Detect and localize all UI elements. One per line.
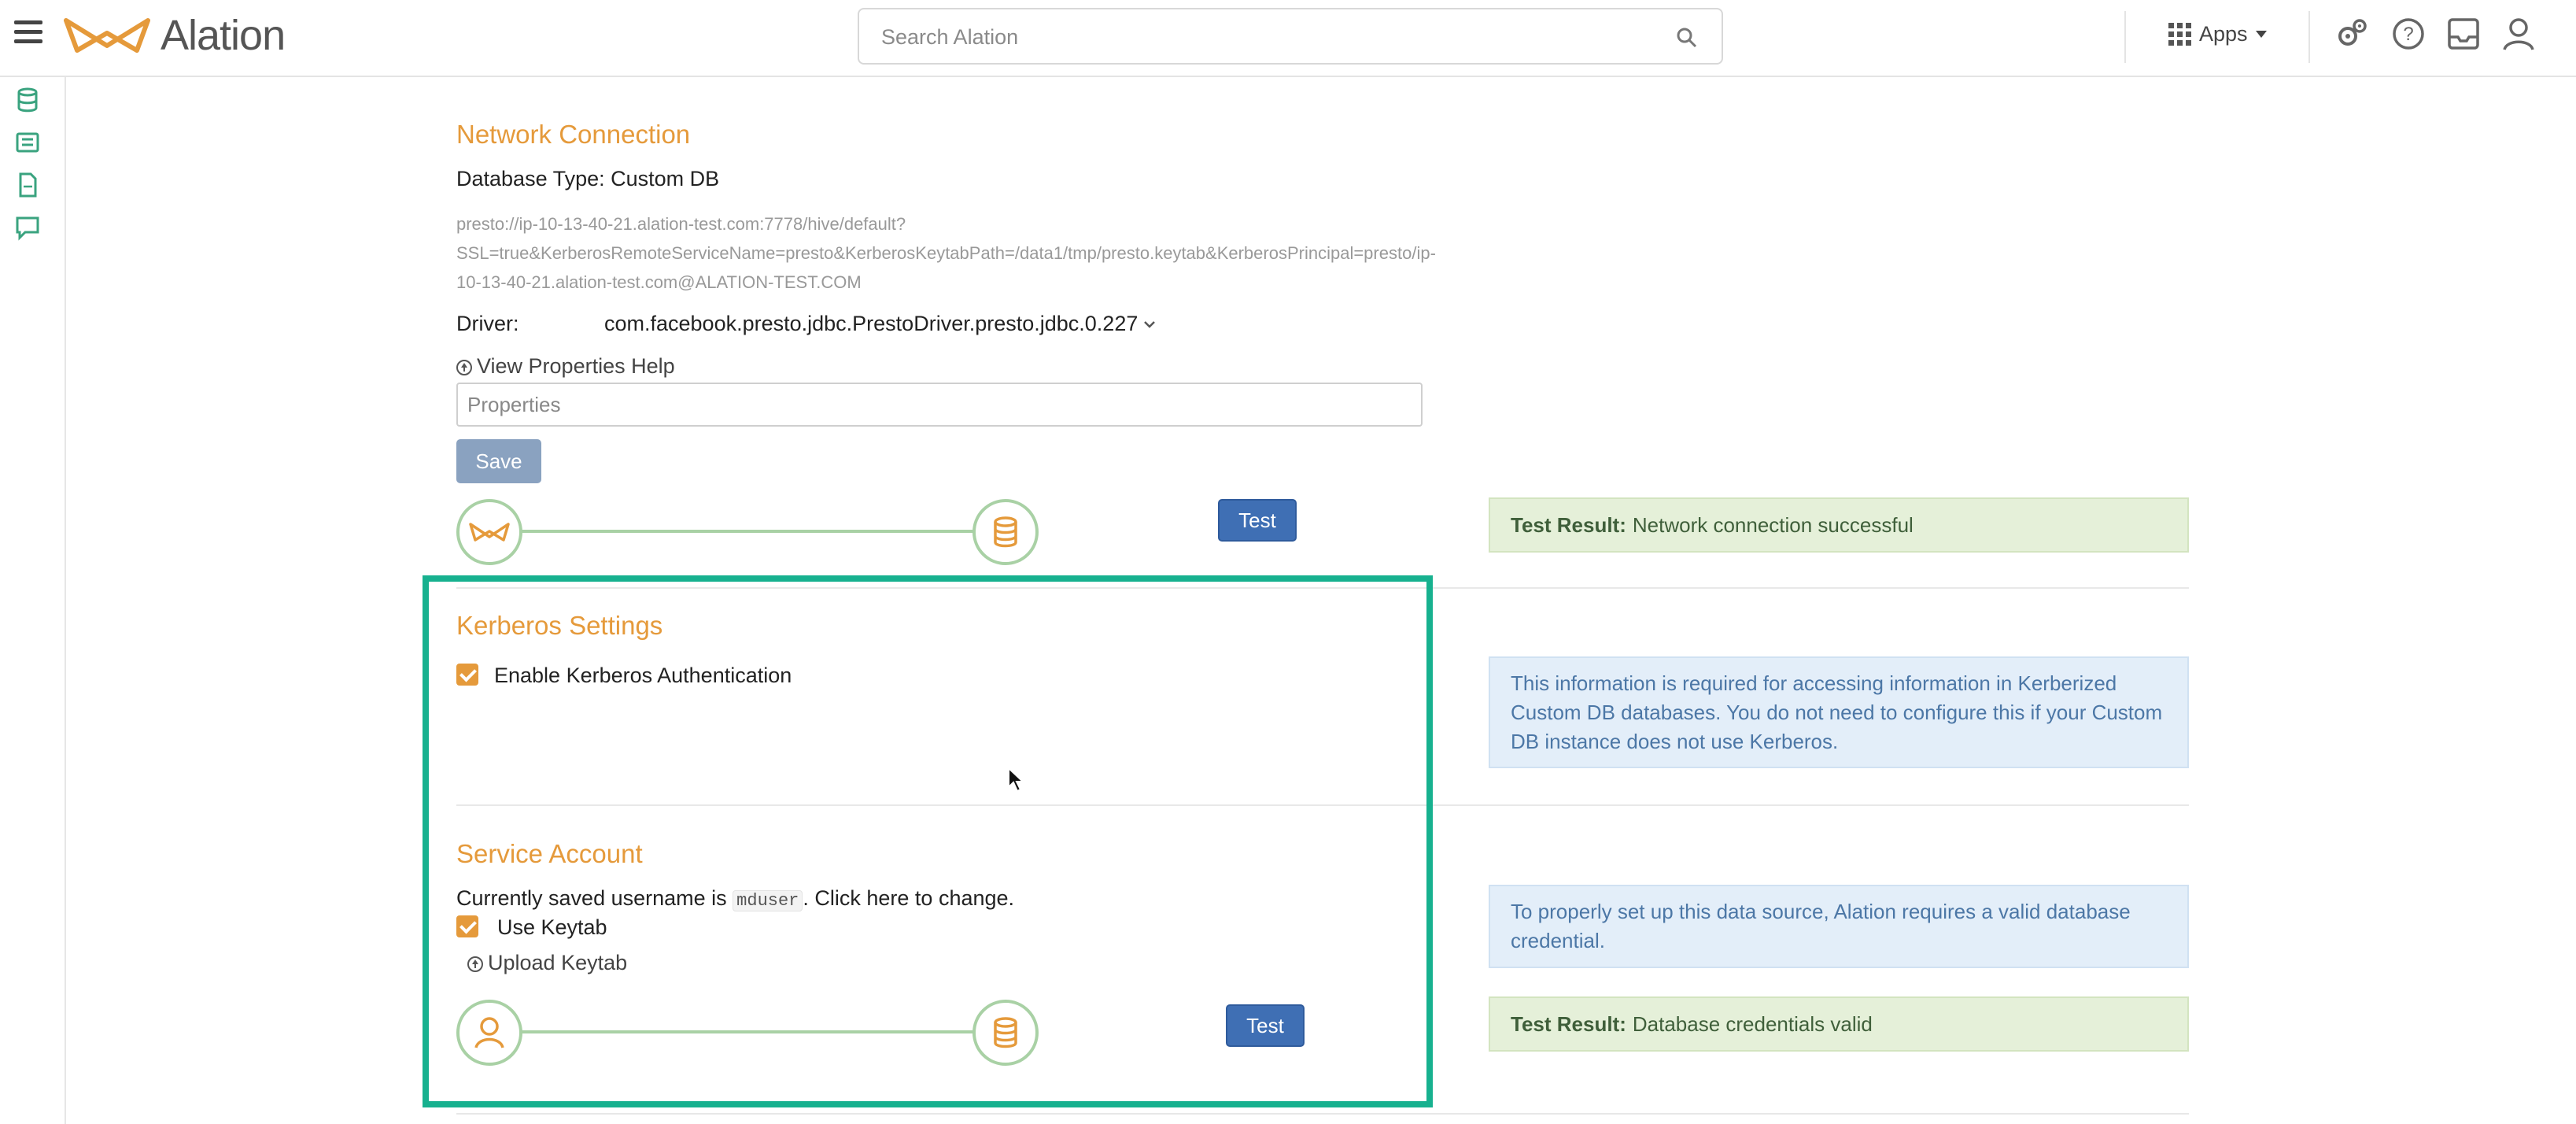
inbox-icon[interactable] — [2445, 16, 2482, 52]
catalog-icon[interactable] — [14, 129, 41, 156]
view-properties-help-label: View Properties Help — [477, 354, 675, 378]
connection-url-line: 10-13-40-21.alation-test.com@ALATION-TES… — [456, 272, 862, 292]
mouse-cursor-icon — [1008, 767, 1024, 793]
database-icon — [994, 1017, 1017, 1048]
connection-url: presto://ip-10-13-40-21.alation-test.com… — [456, 209, 1511, 297]
enable-kerberos-label[interactable]: Enable Kerberos Authentication — [494, 664, 792, 688]
left-sidebar — [0, 77, 66, 1124]
result-text: Database credentials valid — [1632, 1011, 1873, 1036]
service-account-title: Service Account — [456, 839, 643, 868]
change-username-link[interactable]: . Click here to change. — [803, 886, 1014, 910]
document-icon[interactable] — [14, 172, 41, 198]
gears-icon[interactable] — [2334, 16, 2370, 52]
network-connection-title: Network Connection — [456, 120, 691, 149]
result-label: Test Result: — [1511, 512, 1626, 537]
use-keytab-checkbox[interactable] — [456, 915, 478, 937]
service-info-box: To properly set up this data source, Ala… — [1489, 885, 2189, 968]
top-bar: Alation Apps ? — [0, 0, 2576, 77]
user-node — [456, 1000, 522, 1066]
connection-line — [521, 1030, 974, 1033]
database-icon[interactable] — [14, 87, 41, 113]
alation-logo[interactable]: Alation — [63, 11, 286, 60]
section-divider — [456, 587, 2189, 589]
expand-circle-icon — [456, 359, 472, 375]
search-input[interactable] — [880, 20, 1654, 54]
upload-circle-icon — [467, 956, 483, 972]
driver-label: Driver: — [456, 312, 519, 335]
enable-kerberos-checkbox[interactable] — [456, 664, 478, 686]
view-properties-help[interactable]: View Properties Help — [456, 354, 675, 379]
divider — [2124, 11, 2126, 63]
user-icon[interactable] — [2500, 16, 2537, 52]
upload-keytab[interactable]: Upload Keytab — [467, 951, 627, 975]
apps-grid-icon — [2168, 23, 2191, 46]
section-divider — [456, 1113, 2189, 1115]
driver-select[interactable]: com.facebook.presto.jdbc.PrestoDriver.pr… — [604, 312, 1157, 336]
properties-input[interactable] — [456, 383, 1423, 427]
connection-line — [521, 530, 974, 533]
saved-username-prefix: Currently saved username is — [456, 886, 727, 910]
alation-logo-mark-icon — [64, 18, 150, 53]
upload-keytab-label: Upload Keytab — [488, 951, 628, 974]
apps-menu[interactable]: Apps — [2168, 22, 2267, 46]
kerberos-settings-title: Kerberos Settings — [456, 611, 663, 640]
database-icon — [994, 516, 1017, 548]
database-node — [972, 499, 1039, 565]
help-icon[interactable]: ? — [2390, 16, 2427, 52]
svg-text:?: ? — [2403, 24, 2413, 45]
result-text: Network connection successful — [1632, 512, 1914, 537]
menu-icon[interactable] — [14, 20, 42, 44]
use-keytab-label[interactable]: Use Keytab — [497, 915, 607, 940]
database-type: Database Type: Custom DB — [456, 167, 720, 190]
search-icon[interactable] — [1676, 27, 1698, 49]
conversation-icon[interactable] — [14, 214, 41, 241]
apps-label: Apps — [2199, 22, 2248, 46]
kerberos-info-box: This information is required for accessi… — [1489, 656, 2189, 768]
caret-down-icon — [2255, 31, 2267, 38]
driver-value: com.facebook.presto.jdbc.PrestoDriver.pr… — [604, 312, 1139, 335]
network-test-button[interactable]: Test — [1218, 499, 1297, 542]
alation-mark-icon — [469, 523, 510, 542]
service-test-button[interactable]: Test — [1226, 1004, 1305, 1047]
result-label: Test Result: — [1511, 1011, 1626, 1036]
connection-url-line: SSL=true&KerberosRemoteServiceName=prest… — [456, 243, 1436, 263]
brand-name: Alation — [161, 12, 286, 59]
save-button[interactable]: Save — [456, 439, 541, 483]
chevron-down-icon — [1144, 320, 1156, 328]
connection-url-line: presto://ip-10-13-40-21.alation-test.com… — [456, 214, 906, 234]
user-icon — [474, 1017, 504, 1048]
divider — [2308, 11, 2310, 63]
search-box[interactable] — [858, 8, 1723, 65]
alation-node — [456, 499, 522, 565]
saved-username: mduser — [733, 890, 803, 911]
network-test-result: Test Result: Network connection successf… — [1489, 497, 2189, 553]
saved-username-text: Currently saved username is mduser. Clic… — [456, 886, 1014, 911]
service-test-result: Test Result: Database credentials valid — [1489, 996, 2189, 1052]
database-node — [972, 1000, 1039, 1066]
section-divider — [456, 804, 2189, 806]
